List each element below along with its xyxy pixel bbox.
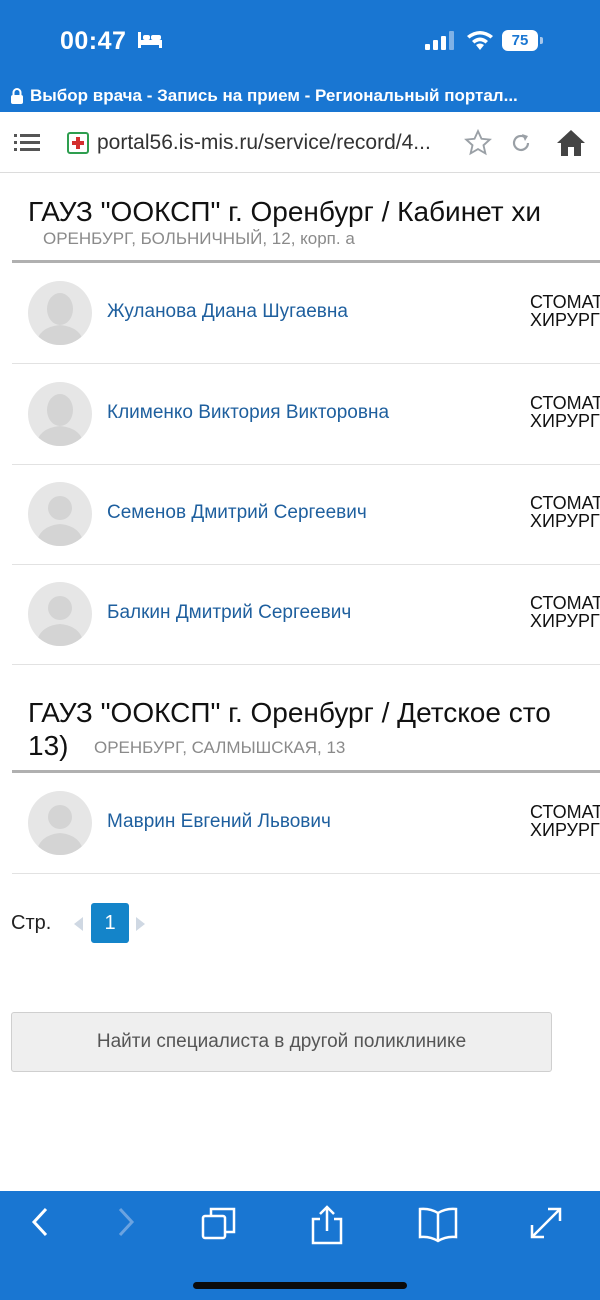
- cellular-signal-icon: [425, 31, 454, 50]
- doctor-row[interactable]: Жуланова Диана Шугаевна СТОМАТ ХИРУРГ: [12, 263, 600, 364]
- lock-icon: [11, 88, 23, 104]
- male-avatar-icon: [28, 791, 92, 855]
- bookmarks-icon[interactable]: [417, 1205, 459, 1243]
- specialty-line-2: ХИРУРГ: [530, 411, 600, 431]
- doctor-name-link[interactable]: Балкин Дмитрий Сергеевич: [107, 602, 351, 624]
- clinic-title-continued: 13): [28, 730, 69, 761]
- bookmark-star-icon[interactable]: [463, 128, 493, 158]
- page-title-text: Выбор врача - Запись на прием - Регионал…: [30, 86, 518, 105]
- find-specialist-button[interactable]: Найти специалиста в другой поликлинике: [11, 1012, 552, 1072]
- doctor-specialty: СТОМАТ ХИРУРГ: [530, 494, 600, 530]
- share-icon[interactable]: [310, 1205, 344, 1245]
- doctor-row[interactable]: Клименко Виктория Викторовна СТОМАТ ХИРУР…: [12, 364, 600, 465]
- clinic-address: ОРЕНБУРГ, БОЛЬНИЧНЫЙ, 12, корп. а: [43, 229, 355, 248]
- male-avatar-icon: [28, 482, 92, 546]
- doctor-name-link[interactable]: Жуланова Диана Шугаевна: [107, 301, 348, 323]
- doctor-row[interactable]: Семенов Дмитрий Сергеевич СТОМАТ ХИРУРГ: [12, 464, 600, 565]
- page-title: Выбор врача - Запись на прием - Регионал…: [10, 86, 595, 106]
- doctor-name-link[interactable]: Маврин Евгений Львович: [107, 811, 331, 833]
- sleep-mode-icon: [138, 32, 162, 48]
- doctor-name-link[interactable]: Семенов Дмитрий Сергеевич: [107, 502, 367, 524]
- status-and-title-bar: 00:47 75 Выбор врача - Запись на прием -…: [0, 0, 600, 112]
- wifi-icon: [467, 31, 493, 50]
- doctor-specialty: СТОМАТ ХИРУРГ: [530, 803, 600, 839]
- male-avatar-icon: [28, 582, 92, 646]
- doctor-specialty: СТОМАТ ХИРУРГ: [530, 394, 600, 430]
- menu-icon[interactable]: [14, 132, 40, 152]
- current-page-button[interactable]: 1: [91, 903, 129, 943]
- specialty-line-2: ХИРУРГ: [530, 820, 600, 840]
- home-icon[interactable]: [555, 128, 587, 158]
- specialty-line-2: ХИРУРГ: [530, 611, 600, 631]
- doctor-specialty: СТОМАТ ХИРУРГ: [530, 594, 600, 630]
- female-avatar-icon: [28, 281, 92, 345]
- doctor-row[interactable]: Маврин Евгений Львович СТОМАТ ХИРУРГ: [12, 773, 600, 874]
- specialty-line-1: СТОМАТ: [530, 593, 600, 613]
- specialty-line-1: СТОМАТ: [530, 802, 600, 822]
- battery-indicator: 75: [502, 30, 543, 51]
- clinic-title: ГАУЗ "ООКСП" г. Оренбург / Кабинет хи: [28, 196, 542, 227]
- forward-icon[interactable]: [110, 1205, 140, 1239]
- back-icon[interactable]: [26, 1205, 56, 1239]
- clinic-address: ОРЕНБУРГ, САЛМЫШСКАЯ, 13: [94, 738, 346, 757]
- tabs-icon[interactable]: [200, 1205, 238, 1243]
- clinic-title: ГАУЗ "ООКСП" г. Оренбург / Детское сто: [28, 697, 551, 728]
- specialty-line-1: СТОМАТ: [530, 292, 600, 312]
- specialty-line-2: ХИРУРГ: [530, 511, 600, 531]
- doctor-name-link[interactable]: Клименко Виктория Викторовна: [107, 402, 389, 424]
- doctor-specialty: СТОМАТ ХИРУРГ: [530, 293, 600, 329]
- status-time: 00:47: [60, 27, 127, 55]
- specialty-line-2: ХИРУРГ: [530, 310, 600, 330]
- prev-page-arrow-icon[interactable]: [74, 917, 83, 931]
- home-indicator: [193, 1282, 407, 1289]
- pagination-label: Стр.: [11, 912, 52, 934]
- reload-icon[interactable]: [509, 131, 533, 155]
- battery-level: 75: [511, 32, 529, 49]
- next-page-arrow-icon[interactable]: [136, 917, 145, 931]
- site-favicon-icon: [67, 132, 89, 154]
- address-bar-url[interactable]: portal56.is-mis.ru/service/record/4...: [97, 131, 457, 155]
- female-avatar-icon: [28, 382, 92, 446]
- specialty-line-1: СТОМАТ: [530, 493, 600, 513]
- doctor-row[interactable]: Балкин Дмитрий Сергеевич СТОМАТ ХИРУРГ: [12, 564, 600, 665]
- specialty-line-1: СТОМАТ: [530, 393, 600, 413]
- fullscreen-icon[interactable]: [528, 1205, 564, 1241]
